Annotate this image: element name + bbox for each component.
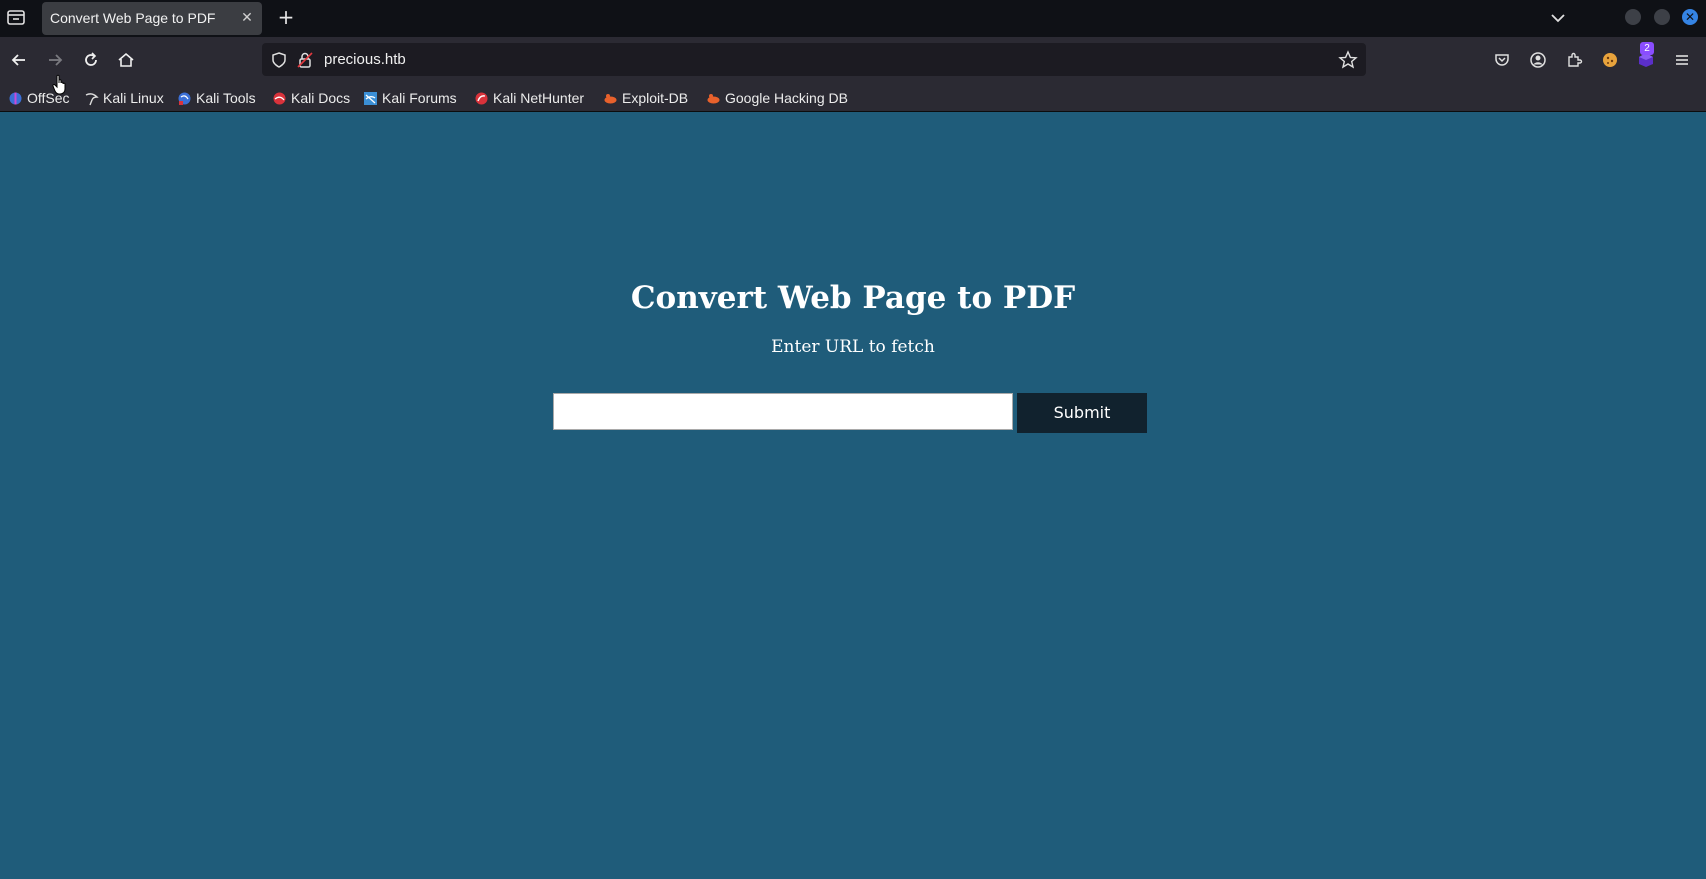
home-icon[interactable] xyxy=(114,48,138,72)
kali-dragon-icon xyxy=(84,91,99,106)
new-tab-icon[interactable]: + xyxy=(274,5,298,29)
back-icon[interactable] xyxy=(7,48,31,72)
url-bar[interactable]: precious.htb xyxy=(262,43,1366,76)
forward-icon[interactable] xyxy=(43,48,67,72)
url-text[interactable]: precious.htb xyxy=(324,51,406,68)
tab-close-icon[interactable]: ✕ xyxy=(238,9,256,27)
insecure-lock-icon[interactable] xyxy=(296,51,314,69)
tab-strip: Convert Web Page to PDF ✕ + ✕ xyxy=(0,0,1706,37)
cookie-extension-icon[interactable] xyxy=(1598,48,1622,72)
maximize-window-button[interactable] xyxy=(1654,9,1670,25)
exploit-db-icon xyxy=(603,91,618,106)
bookmark-kali-nethunter[interactable]: Kali NetHunter xyxy=(474,88,584,108)
submit-button[interactable]: Submit xyxy=(1017,393,1147,433)
pocket-icon[interactable] xyxy=(1490,48,1514,72)
hamburger-menu-icon[interactable] xyxy=(1670,48,1694,72)
minimize-window-button[interactable] xyxy=(1625,9,1641,25)
bookmark-kali-tools[interactable]: Kali Tools xyxy=(177,88,256,108)
hand-cursor-icon xyxy=(52,74,68,96)
shield-icon[interactable] xyxy=(270,51,288,69)
nethunter-icon xyxy=(474,91,489,106)
page-subtitle: Enter URL to fetch xyxy=(771,337,935,357)
chevron-down-icon[interactable] xyxy=(1548,8,1568,28)
kali-tools-icon xyxy=(177,91,192,106)
url-input[interactable] xyxy=(553,393,1013,430)
bookmarks-toolbar: OffSec Kali Linux Kali Tools Kali Docs K… xyxy=(0,83,1706,112)
ghdb-icon xyxy=(706,91,721,106)
bookmark-kali-linux[interactable]: Kali Linux xyxy=(84,88,164,108)
kali-forums-icon xyxy=(363,91,378,106)
account-icon[interactable] xyxy=(1526,48,1550,72)
offsec-icon xyxy=(8,91,23,106)
bookmark-kali-forums[interactable]: Kali Forums xyxy=(363,88,457,108)
bookmark-exploit-db[interactable]: Exploit-DB xyxy=(603,88,688,108)
extensions-icon[interactable] xyxy=(1562,48,1586,72)
close-window-button[interactable]: ✕ xyxy=(1682,9,1698,25)
active-tab[interactable]: Convert Web Page to PDF ✕ xyxy=(42,2,262,35)
page-title: Convert Web Page to PDF xyxy=(630,280,1076,316)
navigation-toolbar: precious.htb 2 xyxy=(0,37,1706,83)
page-content: Convert Web Page to PDF Enter URL to fet… xyxy=(0,112,1706,879)
kali-docs-icon xyxy=(272,91,287,106)
tab-list-icon[interactable] xyxy=(4,7,28,29)
tab-title: Convert Web Page to PDF xyxy=(50,10,216,26)
extension-badge: 2 xyxy=(1640,42,1654,55)
bookmark-kali-docs[interactable]: Kali Docs xyxy=(272,88,350,108)
reload-icon[interactable] xyxy=(79,48,103,72)
bookmark-google-hacking-db[interactable]: Google Hacking DB xyxy=(706,88,848,108)
bookmark-star-icon[interactable] xyxy=(1338,50,1358,70)
